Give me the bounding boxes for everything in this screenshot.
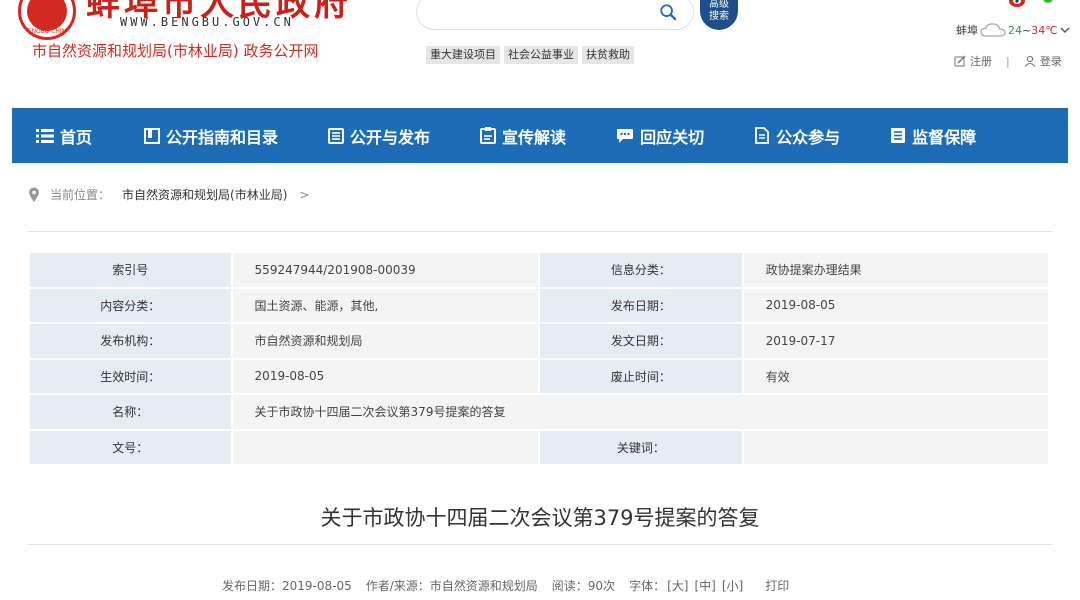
location-pin-icon xyxy=(29,187,39,202)
meta-label: 废止时间： xyxy=(540,359,742,393)
meta-label: 生效时间： xyxy=(30,359,231,393)
meta-value: 559247944/201908-00039 xyxy=(232,253,539,287)
chevron-down-icon[interactable] xyxy=(1060,26,1070,34)
article-title: 关于市政协十四届二次会议第379号提案的答复 xyxy=(320,506,760,530)
wechat-icon[interactable] xyxy=(1038,0,1058,8)
meta-value: 关于市政协十四届二次会议第379号提案的答复 xyxy=(232,395,1048,429)
nav-label: 公开指南和目录 xyxy=(166,127,279,147)
meta-label: 关键词： xyxy=(540,430,742,464)
chat-icon xyxy=(617,128,634,143)
user-icon xyxy=(1024,55,1036,67)
table-row: 索引号 559247944/201908-00039 信息分类： 政协提案办理结… xyxy=(30,253,1048,287)
meta-value: 政协提案办理结果 xyxy=(743,253,1048,287)
breadcrumb: 当前位置： 市自然资源和规划局(市林业局) > xyxy=(28,186,309,203)
clipboard-icon xyxy=(480,127,497,144)
quick-link-poverty-relief[interactable]: 扶贫救助 xyxy=(582,46,634,64)
breadcrumb-prefix: 当前位置： xyxy=(50,188,111,202)
table-row: 名称： 关于市政协十四届二次会议第379号提案的答复 xyxy=(30,395,1048,429)
meta-label: 内容分类： xyxy=(30,288,231,322)
department-subtitle: 市自然资源和规划局(市林业局) 政务公开网 xyxy=(32,42,319,60)
nav-item-interpretation[interactable]: 宣传解读 xyxy=(480,108,566,163)
breadcrumb-link[interactable]: 市自然资源和规划局(市林业局) xyxy=(122,186,287,203)
social-icons xyxy=(1008,0,1058,8)
list-icon xyxy=(36,128,54,143)
site-url: WWW.BENGBU.GOV.CN xyxy=(120,15,294,29)
quick-links: 重大建设项目 社会公益事业 扶贫救助 xyxy=(426,46,634,64)
register-link[interactable]: 注册 xyxy=(970,53,992,69)
article-meta: 发布日期：2019-08-05 作者/来源：市自然资源和规划局 阅读：90次 字… xyxy=(222,577,803,594)
site-header: BENGBU CHINA 蚌埠市人民政府 WWW.BENGBU.GOV.CN 市… xyxy=(0,0,1080,108)
nav-label: 公开与发布 xyxy=(350,127,431,147)
breadcrumb-separator: > xyxy=(299,187,310,202)
meta-value xyxy=(232,430,539,464)
search-icon[interactable] xyxy=(659,3,677,21)
city-emblem-logo[interactable]: BENGBU CHINA xyxy=(18,0,76,40)
quick-link-public-welfare[interactable]: 社会公益事业 xyxy=(504,46,578,64)
meta-label: 发布日期： xyxy=(540,288,742,322)
nav-label: 监督保障 xyxy=(912,127,977,147)
weather-city: 蚌埠 xyxy=(956,24,978,37)
meta-value xyxy=(743,430,1048,464)
nav-label: 公众参与 xyxy=(776,127,841,147)
nav-item-home[interactable]: 首页 xyxy=(36,108,92,163)
article-views: 阅读：90次 xyxy=(551,579,616,593)
auth-separator: | xyxy=(1006,54,1010,68)
edit-icon xyxy=(954,55,966,67)
auth-links: 注册 | 登录 xyxy=(954,53,1062,69)
nav-label: 首页 xyxy=(60,127,93,147)
font-size-label: 字体： xyxy=(629,579,666,593)
print-button[interactable]: 打印 xyxy=(765,577,789,594)
nav-item-publish[interactable]: 公开与发布 xyxy=(328,108,430,163)
cloud-icon xyxy=(980,23,1006,37)
meta-value: 2019-08-05 xyxy=(743,288,1048,322)
meta-label: 发文日期： xyxy=(540,324,742,358)
login-link[interactable]: 登录 xyxy=(1040,53,1062,69)
document-meta-table: 索引号 559247944/201908-00039 信息分类： 政协提案办理结… xyxy=(28,251,1050,466)
article-title-divider xyxy=(28,544,1052,545)
nav-label: 宣传解读 xyxy=(502,127,567,147)
meta-label: 名称： xyxy=(30,395,231,429)
checklist-icon xyxy=(891,128,906,143)
table-row: 发布机构： 市自然资源和规划局 发文日期： 2019-07-17 xyxy=(30,324,1048,358)
file-edit-icon xyxy=(755,127,769,144)
article-source: 作者/来源：市自然资源和规划局 xyxy=(365,579,538,593)
meta-label: 索引号 xyxy=(30,253,231,287)
meta-label: 信息分类： xyxy=(540,253,742,287)
table-row: 文号： 关键词： xyxy=(30,430,1048,464)
article-date: 发布日期：2019-08-05 xyxy=(222,579,352,593)
meta-value: 国土资源、能源，其他, xyxy=(232,288,539,322)
weather-range-sep: ~ xyxy=(1022,23,1032,37)
weather-widget: 蚌埠 24 ~ 34℃ xyxy=(956,22,1070,38)
meta-value: 2019-08-05 xyxy=(232,359,539,393)
meta-value: 2019-07-17 xyxy=(743,324,1048,358)
nav-item-participation[interactable]: 公众参与 xyxy=(754,108,840,163)
nav-item-guide[interactable]: 公开指南和目录 xyxy=(144,108,278,163)
table-row: 生效时间： 2019-08-05 废止时间： 有效 xyxy=(30,359,1048,393)
book-icon xyxy=(144,127,161,144)
search-input[interactable] xyxy=(416,0,694,30)
breadcrumb-divider xyxy=(28,231,1052,232)
weather-low: 24 xyxy=(1008,23,1022,37)
font-large-button[interactable]: [大] xyxy=(667,577,688,594)
font-medium-button[interactable]: [中] xyxy=(694,577,715,594)
table-row: 内容分类： 国土资源、能源，其他, 发布日期： 2019-08-05 xyxy=(30,288,1048,322)
emblem-core xyxy=(27,0,67,31)
doc-list-icon xyxy=(328,127,345,144)
nav-label: 回应关切 xyxy=(640,127,705,147)
quick-link-major-projects[interactable]: 重大建设项目 xyxy=(426,46,500,64)
main-nav: 首页 公开指南和目录 公开与发布 宣传解读 回应关切 公众参与 监督保障 xyxy=(12,108,1068,163)
meta-label: 发布机构： xyxy=(30,324,231,358)
advanced-search-label-2: 搜索 xyxy=(709,11,729,22)
nav-item-supervision[interactable]: 监督保障 xyxy=(890,108,976,163)
nav-item-response[interactable]: 回应关切 xyxy=(616,108,704,163)
meta-value: 市自然资源和规划局 xyxy=(232,324,539,358)
meta-label: 文号： xyxy=(30,430,231,464)
weather-high: 34℃ xyxy=(1031,23,1058,37)
meta-value: 有效 xyxy=(743,359,1048,393)
advanced-search-label-1: 高级 xyxy=(709,0,729,10)
advanced-search-button[interactable]: 高级 搜索 xyxy=(700,0,738,30)
emblem-text: BENGBU CHINA xyxy=(23,28,71,35)
weibo-icon[interactable] xyxy=(1008,0,1028,8)
font-small-button[interactable]: [小] xyxy=(722,577,743,594)
